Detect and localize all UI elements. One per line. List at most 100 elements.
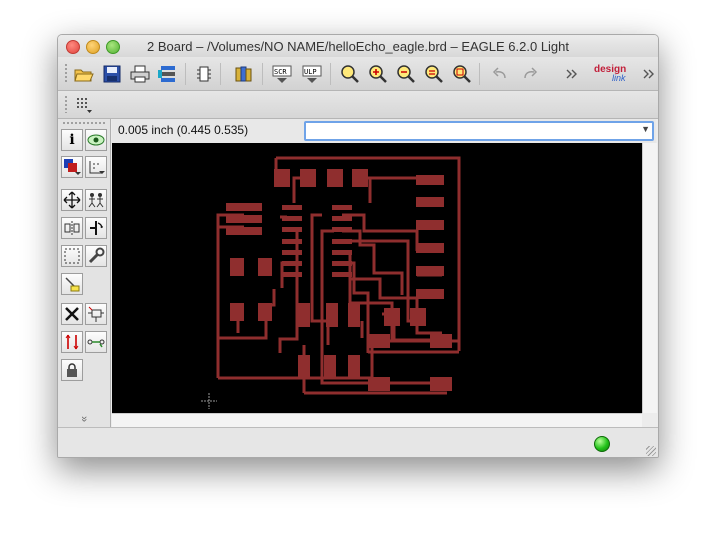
info-icon: i (69, 132, 75, 148)
mirror-icon (64, 221, 80, 235)
toolbar-grip[interactable] (64, 95, 68, 113)
copy-button[interactable] (85, 189, 107, 211)
redo-button[interactable] (518, 62, 542, 86)
group-button[interactable] (61, 245, 83, 267)
print-button[interactable] (128, 62, 152, 86)
move-button[interactable] (61, 189, 83, 211)
delete-button[interactable] (61, 303, 83, 325)
svg-text:SCR: SCR (274, 68, 287, 76)
crosshair-cursor (201, 393, 217, 409)
library-icon (235, 66, 252, 82)
designlink-icon: design link (594, 65, 626, 83)
show-button[interactable] (85, 129, 107, 151)
paste-icon (65, 277, 80, 292)
overflow-icon (566, 69, 577, 79)
print-icon (130, 65, 150, 83)
command-toolbar: i » (58, 119, 111, 427)
undo-button[interactable] (488, 62, 512, 86)
zoom-in-icon (369, 65, 387, 83)
run-script-icon: SCR (272, 65, 292, 83)
toolbar-separator (220, 63, 221, 85)
run-ulp-button[interactable]: ULP (300, 62, 324, 86)
command-history-dropdown-icon[interactable]: ▼ (641, 124, 650, 134)
cam-button[interactable] (156, 62, 180, 86)
delete-icon (65, 307, 79, 321)
replace-button[interactable] (61, 331, 83, 353)
mirror-button[interactable] (61, 217, 83, 239)
display-layers-button[interactable] (61, 156, 83, 178)
display-layers-icon (64, 159, 81, 175)
show-icon (87, 134, 105, 146)
copy-icon (88, 193, 104, 208)
toolbar-overflow-button[interactable] (560, 62, 584, 86)
vertical-scrollbar[interactable] (642, 143, 657, 413)
board-schematic-switch-button[interactable] (192, 62, 216, 86)
status-indicator-icon (594, 436, 610, 452)
zoom-fit-button[interactable] (338, 62, 362, 86)
overflow-icon-2 (643, 69, 654, 79)
zoom-in-button[interactable] (366, 62, 390, 86)
status-bar (58, 427, 658, 457)
window-title: 2 Board – /Volumes/NO NAME/helloEcho_eag… (146, 39, 570, 54)
pads (226, 169, 452, 391)
add-icon (88, 306, 104, 322)
grid-button[interactable] (72, 93, 96, 117)
zoom-out-button[interactable] (394, 62, 418, 86)
info-button[interactable]: i (61, 129, 83, 151)
group-icon (64, 248, 80, 264)
run-ulp-icon: ULP (302, 65, 322, 83)
zoom-select-button[interactable] (450, 62, 474, 86)
save-icon (103, 65, 121, 83)
open-button[interactable] (72, 62, 96, 86)
zoom-redraw-button[interactable] (422, 62, 446, 86)
coordinate-bar: 0.005 inch (0.445 0.535) ▼ (112, 119, 656, 143)
save-button[interactable] (100, 62, 124, 86)
zoom-select-icon (453, 65, 471, 83)
toolbar-grip[interactable] (64, 63, 68, 83)
zoom-fit-icon (341, 65, 359, 83)
mark-icon (89, 161, 105, 174)
zoom-redraw-icon (425, 65, 443, 83)
change-button[interactable] (85, 245, 107, 267)
zoom-out-icon (397, 65, 415, 83)
horizontal-scrollbar[interactable] (112, 413, 642, 428)
toolbar-grip[interactable] (62, 121, 106, 125)
paste-button[interactable] (61, 273, 83, 295)
designlink-text-2: link (612, 73, 626, 83)
pinswap-icon (87, 339, 105, 348)
main-toolbar: SCR ULP design link (58, 57, 658, 91)
add-button[interactable] (85, 303, 107, 325)
cam-icon (158, 66, 175, 82)
designlink-button[interactable]: design link (594, 62, 644, 86)
toolbar-overflow-button-2[interactable] (642, 62, 656, 86)
move-icon (63, 191, 81, 209)
library-button[interactable] (232, 62, 256, 86)
pinswap-button[interactable] (85, 331, 107, 353)
mark-button[interactable] (85, 156, 107, 178)
coordinate-readout: 0.005 inch (0.445 0.535) (118, 123, 249, 137)
command-line[interactable]: ▼ (304, 121, 654, 141)
more-tools-icon: » (78, 415, 90, 423)
rotate-button[interactable] (85, 217, 107, 239)
command-input[interactable] (306, 124, 634, 140)
undo-icon (492, 67, 506, 79)
lock-icon (67, 363, 77, 377)
eagle-window: 2 Board – /Volumes/NO NAME/helloEcho_eag… (57, 34, 659, 458)
open-icon (74, 69, 94, 82)
toolbar-separator (185, 63, 186, 85)
run-script-button[interactable]: SCR (270, 62, 294, 86)
resize-grip-icon[interactable] (646, 446, 656, 456)
lock-button[interactable] (61, 359, 83, 381)
rotate-icon (90, 221, 103, 235)
board-canvas[interactable] (112, 143, 642, 413)
toolbar-separator (479, 63, 480, 85)
toolbar-separator (330, 63, 331, 85)
parameter-toolbar (58, 91, 658, 119)
grid-icon (77, 98, 92, 113)
title-bar: 2 Board – /Volumes/NO NAME/helloEcho_eag… (58, 35, 658, 57)
board-schematic-switch-icon (197, 66, 211, 82)
svg-text:ULP: ULP (304, 68, 317, 76)
replace-icon (65, 334, 79, 350)
more-tools-button[interactable]: » (78, 413, 90, 425)
pcb-layout[interactable] (112, 143, 642, 413)
